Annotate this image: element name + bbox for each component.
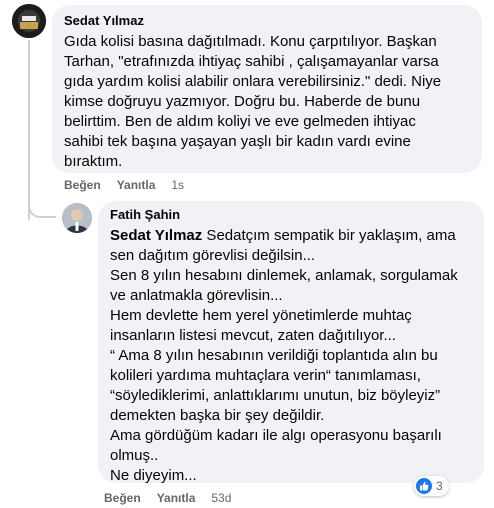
timestamp[interactable]: 53d xyxy=(211,491,231,505)
thread-connector xyxy=(28,196,56,218)
comment-line: gıda yardım kolisi alabilir onlara vereb… xyxy=(64,73,442,90)
reply-line: “söylediklerimi, anlattıklarımı unutun, … xyxy=(110,387,441,404)
comment-line: Tarhan, "etrafınızda ihtiyaç sahibi , ça… xyxy=(64,53,439,70)
comment-text: Gıda kolisi basına dağıtılmadı. Konu çar… xyxy=(64,32,470,172)
reply-button[interactable]: Yanıtla xyxy=(157,491,196,505)
reply-line: sen dağıtım görevlisi değilsin... xyxy=(110,247,316,264)
reply-line: olmuş.. xyxy=(110,447,159,464)
comment-author[interactable]: Sedat Yılmaz xyxy=(64,13,470,29)
reply-line: “ Ama 8 yılın hesabının verildiği toplan… xyxy=(110,347,438,364)
reply-line: Sen 8 yılın hesabını dinlemek, anlamak, … xyxy=(110,267,458,284)
profile-photo-icon xyxy=(12,4,46,38)
reply-line: insanların listesi mevcut, zaten dağıtıl… xyxy=(110,327,396,344)
comment-line: sahibi tek başına yaşayan yaşlı bir kadı… xyxy=(64,133,411,150)
reply-button[interactable]: Yanıtla xyxy=(117,178,156,192)
reply-first-line: Sedat Yılmaz Sedatçım sempatik bir yakla… xyxy=(110,226,472,246)
comment-actions: Beğen Yanıtla 1s xyxy=(64,178,184,192)
reply-bubble: Fatih Şahin Sedat Yılmaz Sedatçım sempat… xyxy=(98,201,484,486)
reply-first-line-text: Sedatçım sempatik bir yaklaşım, ama xyxy=(202,227,456,244)
mention-link[interactable]: Sedat Yılmaz xyxy=(110,227,202,244)
comment-line: bıraktım. xyxy=(64,153,123,170)
reply-line: kolileri yardıma muhtaçlara verin“ tanım… xyxy=(110,367,421,384)
avatar[interactable] xyxy=(62,203,92,233)
comment-line: kimse doğruyu yazmıyor. Doğru bu. Haberd… xyxy=(64,93,421,110)
reply-line: ve anlatmakla görevlisin... xyxy=(110,287,283,304)
reply-text: Sedat Yılmaz Sedatçım sempatik bir yakla… xyxy=(110,226,472,486)
reply-line: Ama gördüğüm kadarı ile algı operasyonu … xyxy=(110,427,442,444)
like-button[interactable]: Beğen xyxy=(64,178,101,192)
timestamp[interactable]: 1s xyxy=(171,178,184,192)
avatar[interactable] xyxy=(12,4,46,38)
reaction-count: 3 xyxy=(436,479,443,493)
comment-line: belirttim. Ben de aldım koliyi ve eve ge… xyxy=(64,113,416,130)
reply-actions: Beğen Yanıtla 53d xyxy=(104,491,231,505)
like-reaction-icon xyxy=(416,478,432,494)
thread-line xyxy=(28,40,30,220)
reply-line: Hem devlette hem yerel yönetimlerde muht… xyxy=(110,307,412,324)
comment-line: Gıda kolisi basına dağıtılmadı. Konu çar… xyxy=(64,33,437,50)
comment-bubble: Sedat Yılmaz Gıda kolisi basına dağıtılm… xyxy=(52,5,482,173)
reply-author[interactable]: Fatih Şahin xyxy=(110,207,472,223)
profile-photo-icon xyxy=(62,203,92,233)
like-button[interactable]: Beğen xyxy=(104,491,141,505)
reply-line: demekten başka bir şey değildir. xyxy=(110,407,325,424)
reaction-summary[interactable]: 3 xyxy=(414,476,449,496)
